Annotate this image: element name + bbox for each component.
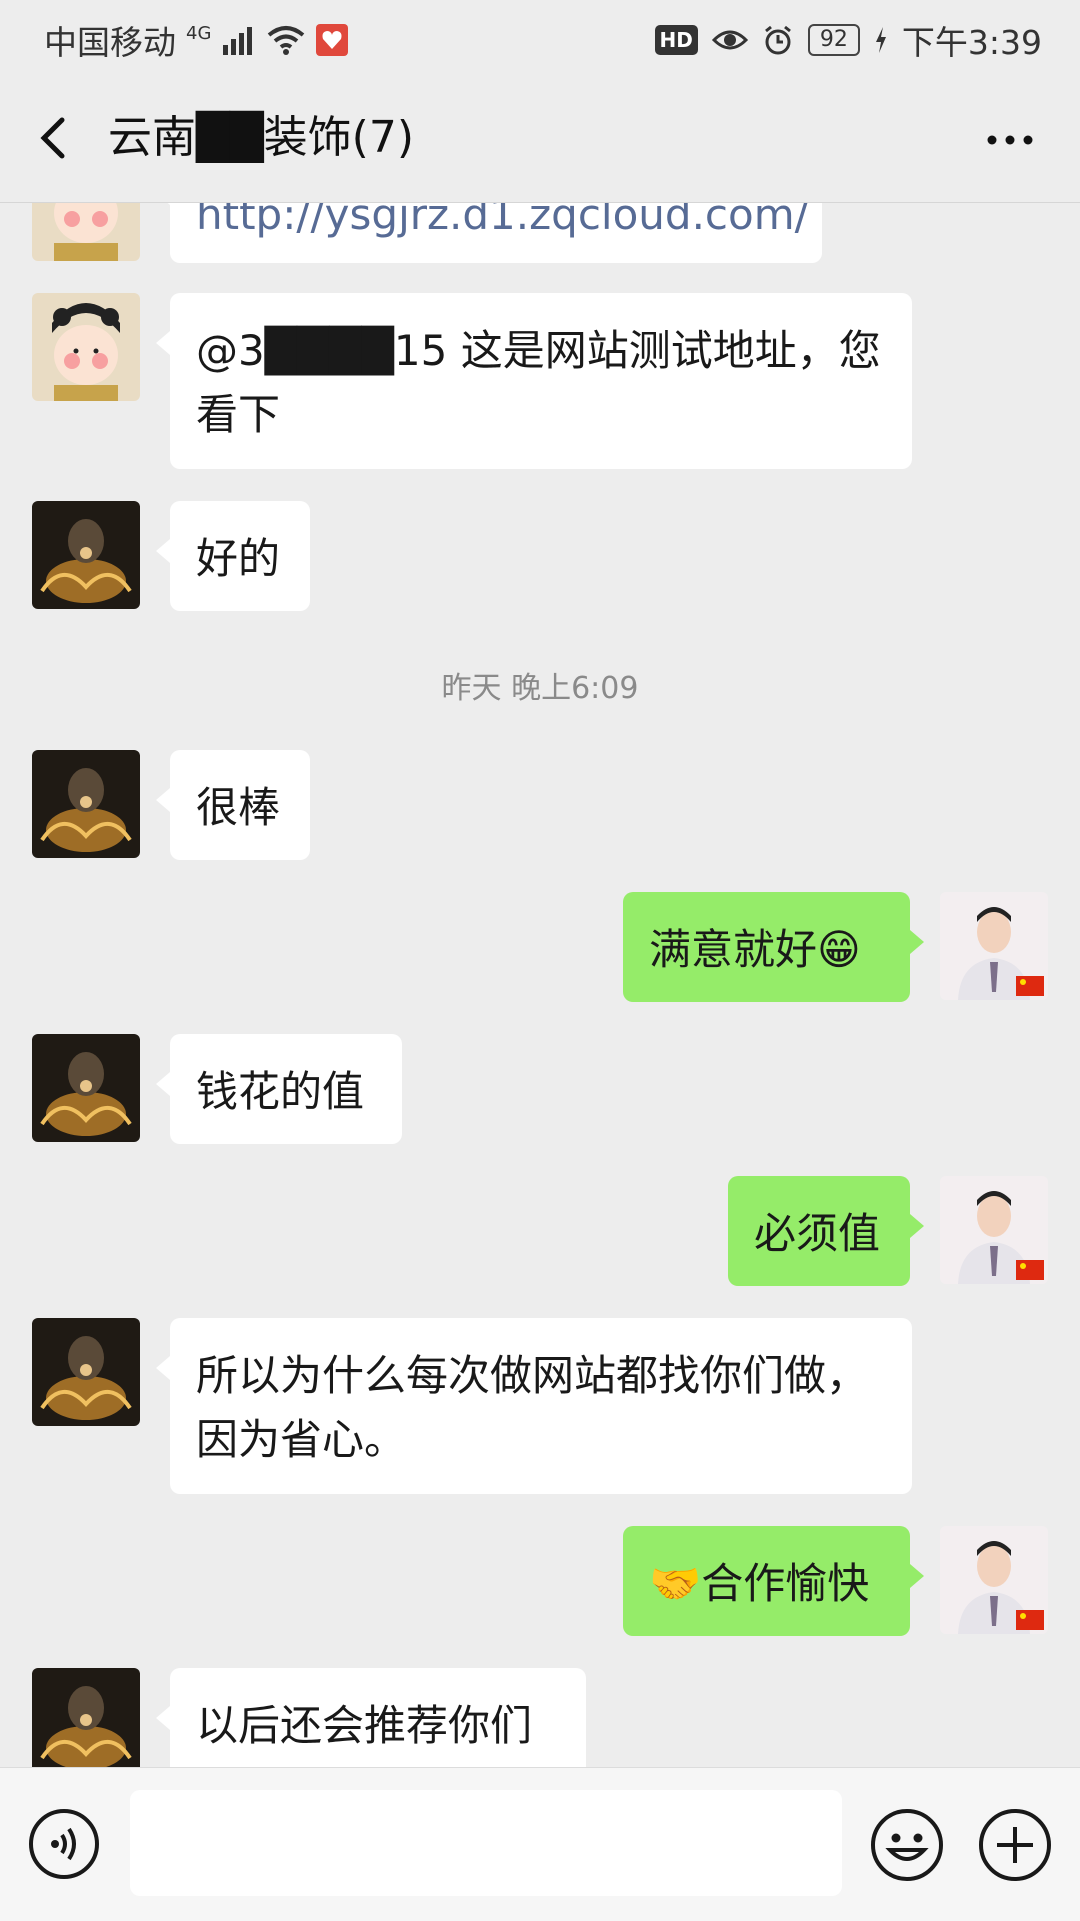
alarm-icon (764, 25, 791, 55)
message-bubble[interactable]: 所以为什么每次做网站都找你们做，因为省心。 (156, 1318, 912, 1494)
avatar-dark-fire[interactable] (32, 1318, 140, 1426)
message-input[interactable] (130, 1790, 842, 1896)
message-bubble[interactable]: 钱花的值 (156, 1034, 402, 1144)
message-text: 🤝合作愉快 (649, 1559, 870, 1608)
message-text: @3████15 这是网站测试地址，您看下 (196, 326, 881, 439)
hd-badge: HD (654, 25, 698, 55)
signal-icon (223, 27, 253, 55)
carrier-label: 中国移动 (44, 23, 176, 62)
avatar-dark-fire[interactable] (32, 501, 140, 609)
network-label: 4G (186, 22, 212, 44)
message-text: 满意就好😁 (649, 925, 861, 974)
message-text: 好的 (196, 534, 281, 583)
avatar-dark-fire[interactable] (32, 1034, 140, 1142)
message-text: 钱花的值 (196, 1067, 365, 1116)
message-bubble[interactable]: http://ysgjrz.d1.zqcloud.com/ (156, 203, 822, 263)
message-link[interactable]: http://ysgjrz.d1.zqcloud.com/ (196, 203, 809, 239)
message-bubble-own[interactable]: 必须值 (728, 1176, 924, 1286)
message-text: 所以为什么每次做网站都找你们做，因为省心。 (196, 1351, 869, 1464)
input-bar (0, 1767, 1080, 1921)
message-timestamp: 昨天 晚上6:09 (441, 671, 639, 706)
eye-icon (711, 30, 748, 50)
chat-area[interactable]: http://ysgjrz.d1.zqcloud.com/ @3████15 这… (0, 203, 1080, 1767)
message-text: 以后还会推荐你们 (196, 1701, 533, 1750)
avatar-man-suit[interactable] (940, 892, 1048, 1000)
charging-icon (875, 27, 886, 53)
avatar-dark-fire[interactable] (32, 750, 140, 858)
plus-icon[interactable] (978, 1808, 1052, 1882)
message-bubble-own[interactable]: 🤝合作愉快 (623, 1526, 924, 1636)
emoji-icon[interactable] (870, 1808, 944, 1882)
back-icon[interactable] (30, 108, 80, 168)
message-bubble[interactable]: 很棒 (156, 750, 310, 860)
message-bubble[interactable]: 以后还会推荐你们 (156, 1668, 586, 1767)
avatar-female-cartoon[interactable] (32, 293, 140, 401)
avatar-dark-fire[interactable] (32, 1668, 140, 1767)
avatar-man-suit[interactable] (940, 1526, 1048, 1634)
message-bubble[interactable]: @3████15 这是网站测试地址，您看下 (156, 293, 912, 469)
clock-time: 下午3:39 (901, 23, 1042, 62)
avatar-female-cartoon[interactable] (32, 203, 140, 261)
chat-header: 云南██装饰(7) (0, 74, 1080, 202)
voice-icon[interactable] (28, 1808, 100, 1880)
app-notification-icon (316, 24, 349, 56)
more-icon[interactable] (980, 110, 1040, 170)
message-bubble-own[interactable]: 满意就好😁 (623, 892, 924, 1002)
battery-indicator: 92 (807, 24, 860, 56)
message-text: 很棒 (196, 783, 281, 832)
status-bar: 中国移动 4G HD 92 下午3:39 (0, 0, 1080, 74)
chat-title: 云南██装饰(7) (108, 112, 415, 163)
avatar-man-suit[interactable] (940, 1176, 1048, 1284)
wifi-icon (268, 26, 305, 55)
message-bubble[interactable]: 好的 (156, 501, 310, 611)
message-text: 必须值 (754, 1209, 881, 1258)
